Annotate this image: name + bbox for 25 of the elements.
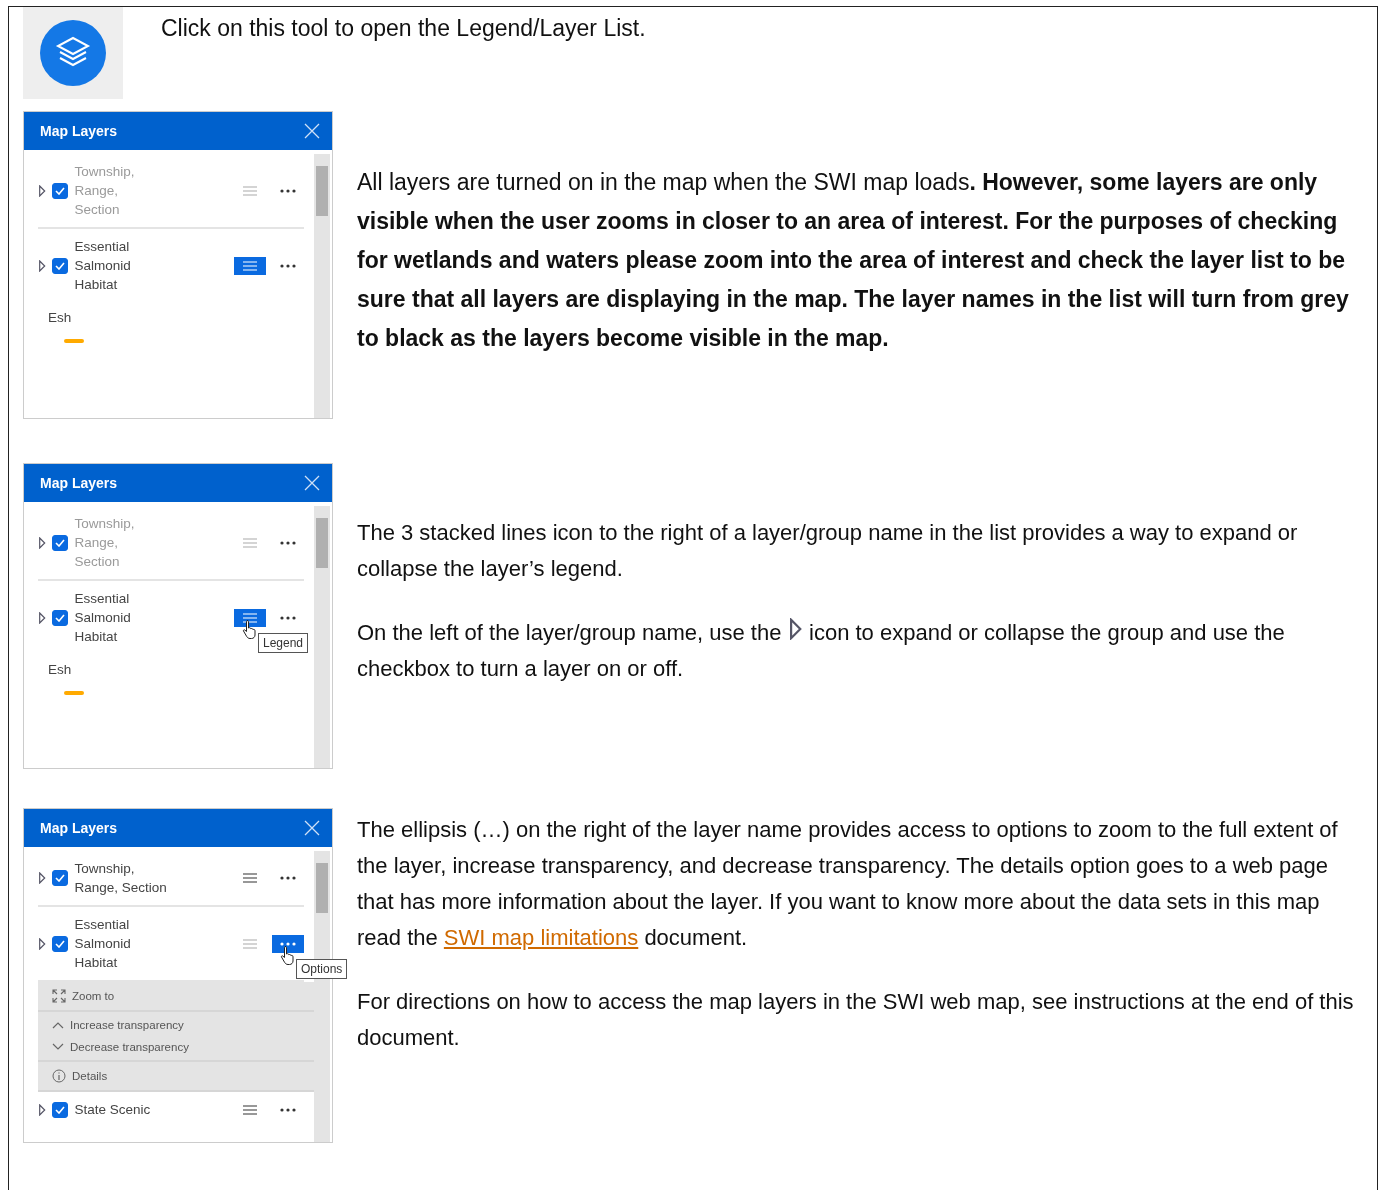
panel-title: Map Layers — [40, 820, 118, 836]
layer-name: Essential Salmonid Habitat — [74, 590, 131, 646]
layer-name: Township, Range, Section — [74, 860, 167, 897]
menu-item[interactable]: Decrease transparency — [70, 1041, 189, 1053]
menu-item[interactable]: Details — [72, 1070, 108, 1082]
paragraph: For directions on how to access the map layers in the SWI web map, see instructions at the end of this document. — [357, 988, 1355, 1052]
layer-name: Township, Range, Section — [74, 163, 135, 219]
paragraph: On the left of the layer/group name, use the icon to expand or collapse the group and use the checkbox to turn a layer on or off. — [357, 617, 1286, 683]
legend-label: Esh — [48, 310, 73, 325]
tooltip: Legend — [258, 632, 309, 653]
paragraph: All layers are turned on in the map when the SWI map loads. However, some layers are only visible when the user zooms in closer to an area of interest. For the purposes of checking for wetlands and waters please zoom into the area of interest and check the layer list to be sure that all layers are displaying in the map. The layer names in the list will turn from grey to black as the layers become visible in the map. — [357, 168, 1350, 353]
menu-item[interactable]: Zoom to — [72, 990, 115, 1002]
intro-text: Click on this tool to open the Legend/Layer List. — [161, 15, 646, 42]
panel-title: Map Layers — [40, 123, 118, 139]
swi-map-limitations-link[interactable]: SWI map limitations — [443, 925, 639, 950]
layer-name: Essential Salmonid Habitat — [74, 238, 131, 294]
panel-title: Map Layers — [40, 475, 118, 491]
menu-item[interactable]: Increase transparency — [70, 1019, 184, 1031]
layer-name: State Scenic — [74, 1101, 151, 1119]
tooltip: Options — [296, 958, 348, 979]
layer-name: Essential Salmonid Habitat — [74, 916, 131, 972]
paragraph: The ellipsis (…) on the right of the layer name provides access to options to zoom to the full extent of the layer, increase transparency, and decrease transparency. The details option goes to a web page that has more information about the layer. If you want to know more about the data sets in this map read the SWI map limitations document. — [357, 816, 1339, 952]
paragraph: The 3 stacked lines icon to the right of a layer/group name in the list provides a way to expand or collapse the layer’s legend. — [357, 519, 1299, 583]
legend-label: Esh — [48, 662, 73, 677]
layer-name: Township, Range, Section — [74, 515, 135, 571]
